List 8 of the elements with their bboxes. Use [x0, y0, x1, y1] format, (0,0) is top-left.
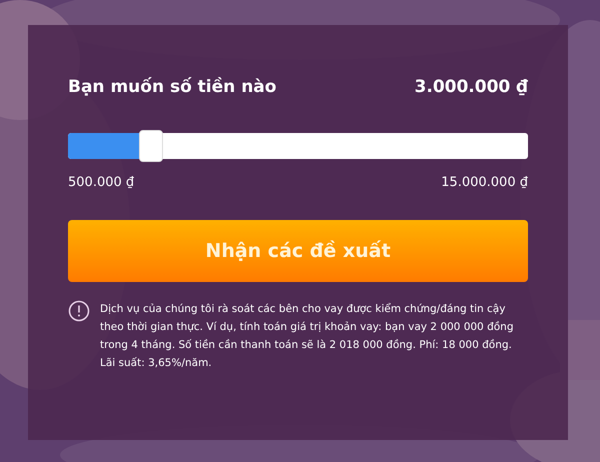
slider-thumb[interactable] [138, 130, 163, 162]
submit-button[interactable]: Nhận các đề xuất [68, 220, 528, 282]
notice-text: Dịch vụ của chúng tôi rà soát các bên cho vay được kiểm chứng/đáng tin cậy theo thời gian thực. Ví dụ, tính toán giá trị khoản vay: bạn vay 2 000 000 đồng trong 4 tháng. Số tiền cần thanh toán sẽ là 2 018 000 đồng. Phí: 18 000 đồng. Lãi suất: 3,65%/năm. [100, 302, 514, 371]
info-icon [68, 300, 90, 322]
amount-label: Bạn muốn số tiền nào [68, 76, 276, 99]
max-amount: 15.000.000 ₫ [441, 174, 528, 192]
amount-value: 3.000.000 ₫ [414, 76, 528, 99]
min-amount: 500.000 ₫ [68, 174, 134, 192]
